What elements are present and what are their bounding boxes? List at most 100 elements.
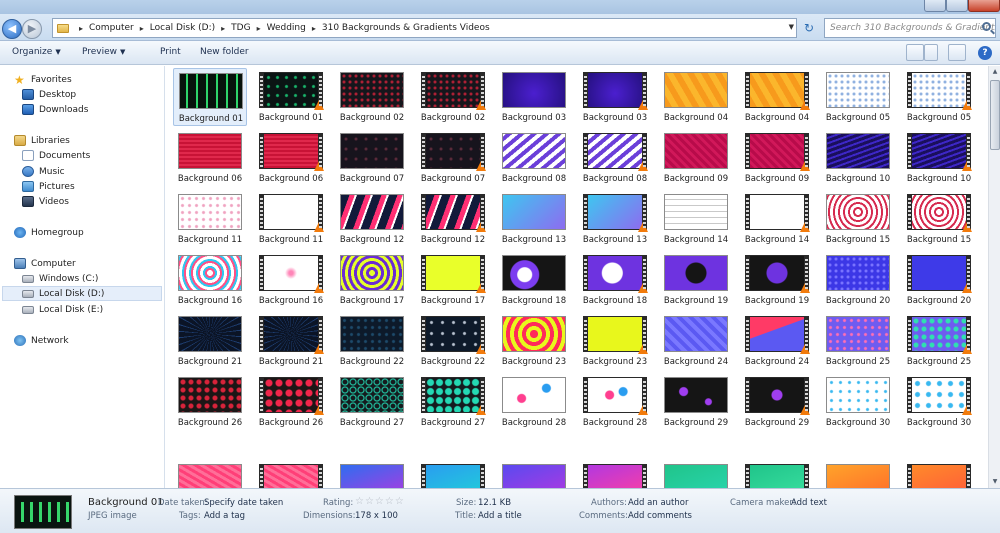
preview-pane-button[interactable] [948,44,966,61]
image-file-item[interactable] [497,460,571,488]
video-file-item[interactable]: Background 09 [740,129,814,187]
image-file-item[interactable]: Background 07 [335,129,409,187]
date-taken-field[interactable]: Specify date taken [204,498,283,508]
image-file-item[interactable] [335,460,409,488]
scroll-down-icon[interactable]: ▼ [989,476,1000,488]
image-file-item[interactable]: Background 09 [659,129,733,187]
comments-field[interactable]: Add comments [628,511,692,521]
video-file-item[interactable]: Background 06 [254,129,328,187]
image-file-item[interactable]: Background 18 [497,251,571,309]
video-file-item[interactable]: Background 30 [902,373,976,431]
search-input[interactable]: Search 310 Backgrounds & Gradients ... [824,18,996,38]
sidebar-item-computer[interactable]: Computer [14,256,76,271]
image-file-item[interactable] [821,460,895,488]
sidebar-item-favorites[interactable]: ★ Favorites [14,72,72,87]
sidebar-item-libraries[interactable]: Libraries [14,133,70,148]
view-options-button[interactable] [924,44,938,61]
image-file-item[interactable]: Background 26 [173,373,247,431]
breadcrumb-tdg[interactable]: TDG [231,23,250,33]
breadcrumb-computer[interactable]: Computer [89,23,134,33]
image-file-item[interactable]: Background 08 [497,129,571,187]
scroll-up-icon[interactable]: ▲ [989,66,1000,78]
image-file-item[interactable]: Background 30 [821,373,895,431]
sidebar-item-homegroup[interactable]: Homegroup [14,225,84,240]
breadcrumb-local-disk-d[interactable]: Local Disk (D:) [150,23,215,33]
address-bar[interactable]: ▸ Computer ▸ Local Disk (D:) ▸ TDG ▸ Wed… [52,18,797,38]
video-file-item[interactable]: Background 02 [416,68,490,126]
sidebar-item-videos[interactable]: Videos [22,194,69,209]
video-file-item[interactable] [416,460,490,488]
back-button[interactable]: ◀ [2,19,22,39]
image-file-item[interactable]: Background 21 [173,312,247,370]
tags-field[interactable]: Add a tag [204,511,245,521]
sidebar-item-windows-c[interactable]: Windows (C:) [22,271,98,286]
chevron-right-icon[interactable]: ▸ [312,24,316,33]
video-file-item[interactable]: Background 03 [578,68,652,126]
image-file-item[interactable]: Background 12 [335,190,409,248]
image-file-item[interactable]: Background 27 [335,373,409,431]
image-file-item[interactable]: Background 20 [821,251,895,309]
video-file-item[interactable]: Background 11 [254,190,328,248]
image-file-item[interactable]: Background 01 [173,68,247,126]
sidebar-item-local-disk-d[interactable]: Local Disk (D:) [2,286,162,301]
organize-button[interactable]: Organize ▼ [12,47,61,57]
image-file-item[interactable]: Background 13 [497,190,571,248]
close-button[interactable] [968,0,1000,12]
video-file-item[interactable]: Background 16 [254,251,328,309]
chevron-right-icon[interactable]: ▸ [140,24,144,33]
sidebar-item-downloads[interactable]: Downloads [22,102,88,117]
change-view-button[interactable] [906,44,924,61]
video-file-item[interactable]: Background 18 [578,251,652,309]
image-file-item[interactable]: Background 06 [173,129,247,187]
sidebar-item-desktop[interactable]: Desktop [22,87,76,102]
image-file-item[interactable]: Background 24 [659,312,733,370]
sidebar-item-local-disk-e[interactable]: Local Disk (E:) [22,302,103,317]
camera-maker-field[interactable]: Add text [791,498,827,508]
chevron-right-icon[interactable]: ▸ [221,24,225,33]
image-file-item[interactable]: Background 25 [821,312,895,370]
video-file-item[interactable]: Background 20 [902,251,976,309]
image-file-item[interactable]: Background 17 [335,251,409,309]
video-file-item[interactable] [578,460,652,488]
image-file-item[interactable]: Background 29 [659,373,733,431]
breadcrumb-wedding[interactable]: Wedding [267,23,306,33]
image-file-item[interactable]: Background 15 [821,190,895,248]
video-file-item[interactable]: Background 23 [578,312,652,370]
breadcrumb-current-folder[interactable]: 310 Backgrounds & Gradients Videos [322,23,490,33]
image-file-item[interactable]: Background 11 [173,190,247,248]
video-file-item[interactable]: Background 22 [416,312,490,370]
forward-button[interactable]: ▶ [22,19,42,39]
image-file-item[interactable] [659,460,733,488]
video-file-item[interactable]: Background 26 [254,373,328,431]
image-file-item[interactable]: Background 22 [335,312,409,370]
video-file-item[interactable]: Background 27 [416,373,490,431]
video-file-item[interactable]: Background 15 [902,190,976,248]
help-icon[interactable]: ? [978,46,992,60]
video-file-item[interactable] [902,460,976,488]
image-file-item[interactable]: Background 14 [659,190,733,248]
sidebar-item-documents[interactable]: Documents [22,148,90,163]
scrollbar-thumb[interactable] [990,80,1000,150]
vertical-scrollbar[interactable]: ▲ ▼ [988,66,1000,488]
address-dropdown-icon[interactable]: ▼ [789,23,794,31]
video-file-item[interactable]: Background 25 [902,312,976,370]
new-folder-button[interactable]: New folder [200,47,249,57]
preview-button[interactable]: Preview ▼ [82,47,125,57]
video-file-item[interactable]: Background 24 [740,312,814,370]
video-file-item[interactable]: Background 29 [740,373,814,431]
image-file-item[interactable] [173,460,247,488]
image-file-item[interactable]: Background 19 [659,251,733,309]
sidebar-item-music[interactable]: Music [22,164,65,179]
video-file-item[interactable]: Background 28 [578,373,652,431]
video-file-item[interactable]: Background 13 [578,190,652,248]
video-file-item[interactable] [254,460,328,488]
maximize-button[interactable] [946,0,968,12]
image-file-item[interactable]: Background 02 [335,68,409,126]
image-file-item[interactable]: Background 28 [497,373,571,431]
image-file-item[interactable]: Background 16 [173,251,247,309]
title-field[interactable]: Add a title [478,511,522,521]
sidebar-item-network[interactable]: Network [14,333,69,348]
video-file-item[interactable]: Background 10 [902,129,976,187]
image-file-item[interactable]: Background 03 [497,68,571,126]
sidebar-item-pictures[interactable]: Pictures [22,179,75,194]
